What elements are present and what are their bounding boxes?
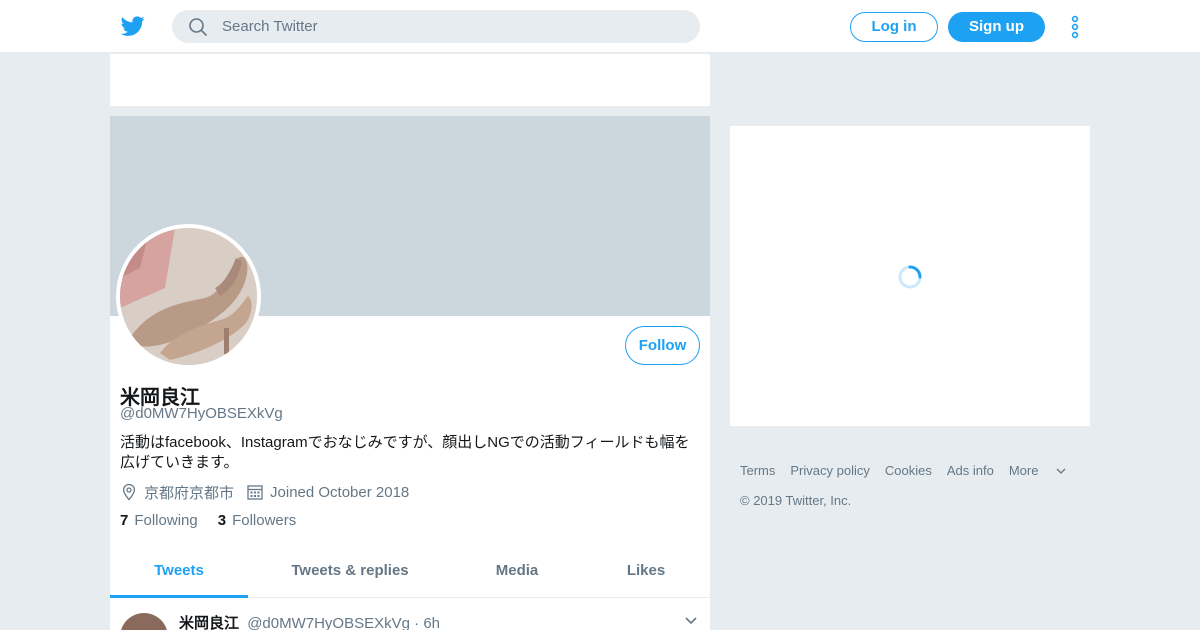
footer-more-menu[interactable]: More (1009, 463, 1067, 478)
chevron-down-icon (1056, 468, 1066, 474)
profile-stats: 7 Following 3 Followers (120, 512, 316, 529)
footer-more-label: More (1008, 463, 1039, 478)
profile-location: 京都府京都市 (144, 484, 235, 502)
sidebar-loading-card (730, 126, 1090, 426)
footer-links: Terms Privacy policy Cookies Ads info Mo… (740, 463, 1081, 478)
tab-media[interactable]: Media (452, 548, 582, 598)
bio-line: 広げていきます。 (120, 454, 239, 471)
tweet-item[interactable]: 米岡良江 @d0MW7HyOBSEXkVg · 6h (110, 599, 710, 630)
following-count: 7 (120, 512, 129, 529)
ad-placeholder-strip (110, 54, 710, 106)
calendar-icon (247, 485, 263, 500)
tweet-separator: · (414, 615, 420, 630)
tweet-timestamp[interactable]: 6h (423, 615, 440, 630)
profile-joined-date: Joined October 2018 (270, 483, 410, 501)
loading-spinner-icon (898, 265, 922, 289)
top-navigation-bar: Log in Sign up (0, 0, 1200, 53)
tweet-avatar[interactable] (120, 613, 168, 630)
tweet-header: 米岡良江 @d0MW7HyOBSEXkVg · 6h (179, 612, 440, 630)
followers-label: Followers (232, 512, 297, 529)
footer-link-ads-info[interactable]: Ads info (947, 463, 994, 478)
chevron-down-icon[interactable] (684, 616, 698, 626)
footer-link-terms[interactable]: Terms (740, 463, 775, 478)
shoe-photo (120, 228, 257, 365)
search-input[interactable] (222, 10, 682, 43)
footer-copyright: © 2019 Twitter, Inc. (740, 493, 852, 508)
tweet-author-handle[interactable]: @d0MW7HyOBSEXkVg (247, 615, 410, 630)
footer-link-cookies[interactable]: Cookies (885, 463, 932, 478)
search-icon (189, 18, 207, 36)
avatar[interactable] (116, 224, 261, 369)
login-button[interactable]: Log in (850, 12, 938, 42)
tab-tweets-and-replies[interactable]: Tweets & replies (248, 548, 452, 598)
profile-handle[interactable]: @d0MW7HyOBSEXkVg (120, 405, 283, 422)
bio-line: 活動はfacebook、Instagramでおなじみですが、顔出しNGでの活動フ… (120, 434, 690, 451)
profile-bio: 活動はfacebook、Instagramでおなじみですが、顔出しNGでの活動フ… (120, 433, 700, 473)
footer-link-privacy[interactable]: Privacy policy (790, 463, 869, 478)
tab-tweets[interactable]: Tweets (110, 548, 248, 598)
followers-count: 3 (217, 512, 227, 529)
tab-likes[interactable]: Likes (582, 548, 710, 598)
tweet-author-name[interactable]: 米岡良江 (179, 615, 239, 630)
profile-tabs: Tweets Tweets & replies Media Likes (110, 548, 710, 598)
following-stat[interactable]: 7 Following (120, 512, 198, 529)
followers-stat[interactable]: 3 Followers (218, 512, 297, 529)
location-pin-icon (122, 483, 136, 501)
profile-card: Follow 米岡良江 @d0MW7HyOBSEXkVg 活動はfacebook… (110, 116, 710, 630)
following-label: Following (134, 512, 198, 529)
vertical-dots-icon[interactable] (1068, 14, 1082, 40)
profile-meta: 京都府京都市 Joined October 2018 (120, 481, 409, 503)
twitter-bird-icon[interactable] (120, 14, 146, 38)
follow-button[interactable]: Follow (625, 326, 700, 365)
signup-button[interactable]: Sign up (948, 12, 1045, 42)
